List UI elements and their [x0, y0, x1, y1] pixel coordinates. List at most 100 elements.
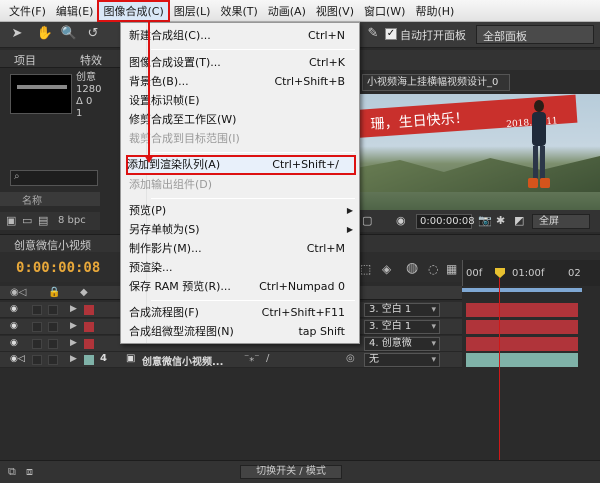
quality-switch-icon[interactable]: / [266, 353, 269, 364]
work-area-bar[interactable] [462, 288, 582, 292]
region-icon[interactable]: ▢ [362, 214, 372, 227]
menu-item-save-frame-as[interactable]: 另存单帧为(S) ▶ [129, 221, 359, 239]
layer-label-color[interactable] [84, 355, 94, 365]
menu-item-label: 添加输出组件(D) [129, 178, 213, 191]
new-folder-icon[interactable]: ▭ [22, 214, 32, 227]
menu-view[interactable]: 视图(V) [311, 1, 359, 21]
shy-switch-icon[interactable]: ⁻⁎⁻ [244, 353, 260, 364]
project-list-header[interactable]: 名称 [0, 192, 100, 207]
solo-toggle[interactable] [32, 339, 42, 349]
menu-item-label: 合成流程图(F) [129, 306, 199, 319]
hand-tool-icon[interactable]: ✋ [36, 25, 54, 43]
lock-toggle[interactable] [48, 339, 58, 349]
layer-label-color[interactable] [84, 322, 94, 332]
project-search-input[interactable]: ⌕ [10, 170, 98, 186]
layer-duration-bar[interactable] [466, 303, 578, 317]
resolution-select[interactable]: 全屏 [532, 214, 590, 229]
draft-3d-icon[interactable]: ⬚ [360, 262, 371, 276]
eye-icon[interactable]: ◉ [10, 304, 18, 314]
menu-composition[interactable]: 图像合成(C) [97, 0, 170, 22]
layer-name[interactable]: 创意微信小视频... [142, 353, 223, 368]
channel-icon[interactable]: ✱ [496, 214, 505, 227]
parent-select[interactable]: 3. 空白 1 [364, 320, 440, 334]
motion-blur-icon[interactable]: ◈ [382, 262, 391, 276]
menu-layer[interactable]: 图层(L) [169, 1, 216, 21]
menu-item-comp-flowchart[interactable]: 合成流程图(F) Ctrl+Shift+F11 [129, 304, 359, 322]
menu-item-comp-mini-flowchart[interactable]: 合成组微型流程图(N) tap Shift [129, 323, 359, 341]
viewer-comp-select[interactable]: 小视频海上挂横幅视频设计_0 [362, 74, 510, 91]
eye-audio-icon[interactable]: ◉◁ [10, 354, 25, 364]
person-leg-left [533, 146, 538, 180]
color-swatch-icon[interactable]: ◩ [514, 214, 524, 227]
zoom-tool-icon[interactable]: 🔍 [60, 25, 78, 43]
menu-effect[interactable]: 效果(T) [215, 1, 262, 21]
layer-row[interactable]: ◉◁ ▶ 4 ▣ 创意微信小视频... ⁻⁎⁻ / ◎ 无 [0, 352, 462, 368]
menu-item-shortcut: tap Shift [298, 325, 345, 338]
snapshot-icon[interactable]: ◉ [396, 214, 406, 227]
toggle-switches-modes-button[interactable]: 切换开关 / 模式 [240, 465, 342, 479]
eye-icon[interactable]: ◉ [10, 338, 18, 348]
visibility-column-icon: ◉◁ [10, 287, 27, 298]
parent-select[interactable]: 无 [364, 353, 440, 367]
mountain-shape [356, 156, 600, 192]
menu-item-pre-render[interactable]: 预渲染... [129, 259, 359, 277]
brush-tool-icon[interactable]: ✎ [364, 25, 382, 43]
menu-animation[interactable]: 动画(A) [263, 1, 311, 21]
camera-icon[interactable]: 📷 [478, 214, 492, 227]
pickwhip-icon[interactable]: ◎ [346, 353, 355, 364]
lock-toggle[interactable] [48, 355, 58, 365]
menu-window[interactable]: 窗口(W) [359, 1, 410, 21]
menu-item-set-poster-time[interactable]: 设置标识帧(E) [129, 92, 359, 110]
parent-select[interactable]: 4. 创意微 [364, 337, 440, 351]
menu-item-shortcut: Ctrl+N [307, 29, 345, 42]
menu-item-new-composition[interactable]: 新建合成组(C)... Ctrl+N [129, 27, 359, 45]
menu-file[interactable]: 文件(F) [4, 1, 51, 21]
timeline-tab[interactable]: 创意微信小视频 [14, 237, 91, 253]
frame-blend-icon[interactable]: ▦ [446, 262, 457, 276]
lock-toggle[interactable] [48, 305, 58, 315]
layer-duration-bar[interactable] [466, 337, 578, 351]
auto-open-label: 自动打开面板 [400, 29, 466, 42]
solo-toggle[interactable] [32, 355, 42, 365]
project-info-name: 创意 [76, 72, 96, 83]
submenu-arrow-icon: ▶ [346, 206, 353, 215]
comp-flowchart-icon[interactable]: ⧉ [8, 465, 16, 479]
expand-triangle-icon[interactable]: ▶ [70, 321, 77, 331]
layer-label-color[interactable] [84, 339, 94, 349]
rotate-tool-icon[interactable]: ↺ [84, 25, 102, 43]
expand-triangle-icon[interactable]: ▶ [70, 354, 77, 364]
menu-item-save-ram-preview[interactable]: 保存 RAM 预览(R)... Ctrl+Numpad 0 [129, 278, 359, 296]
timeline-current-time[interactable]: 0:00:00:08 [16, 260, 100, 276]
menu-help[interactable]: 帮助(H) [410, 1, 459, 21]
layer-duration-bar[interactable] [466, 320, 578, 334]
layer-label-color[interactable] [84, 305, 94, 315]
menu-item-add-to-render-queue[interactable]: 添加到渲染队列(A) Ctrl+Shift+/ [126, 155, 356, 175]
layer-duration-bar[interactable] [466, 353, 578, 367]
tab-effects[interactable]: 特效 [80, 52, 102, 68]
eye-icon[interactable]: ◉ [10, 321, 18, 331]
tab-project[interactable]: 项目 [14, 52, 36, 68]
brain-icon[interactable]: ◌ [428, 262, 438, 276]
menu-item-composition-settings[interactable]: 图像合成设置(T)... Ctrl+K [129, 54, 359, 72]
graph-editor-icon[interactable]: ◍ [406, 260, 418, 276]
new-comp-icon[interactable]: ▤ [38, 214, 48, 227]
solo-toggle[interactable] [32, 305, 42, 315]
toggle-panel-icon[interactable]: ⧈ [26, 465, 33, 479]
menu-edit[interactable]: 编辑(E) [51, 1, 99, 21]
expand-triangle-icon[interactable]: ▶ [70, 338, 77, 348]
interpret-icon[interactable]: ▣ [6, 214, 16, 227]
viewer-timecode[interactable]: 0:00:00:08 [416, 214, 475, 229]
menu-item-make-movie[interactable]: 制作影片(M)... Ctrl+M [129, 240, 359, 258]
menu-item-trim-to-work-area[interactable]: 修剪合成至工作区(W) [129, 111, 359, 129]
parent-select[interactable]: 3. 空白 1 [364, 303, 440, 317]
menu-item-preview[interactable]: 预览(P) ▶ [129, 202, 359, 220]
selection-tool-icon[interactable]: ➤ [8, 25, 26, 43]
workspace-select[interactable]: 全部面板 [476, 25, 594, 44]
menu-item-shortcut: Ctrl+M [306, 242, 345, 255]
bit-depth-label[interactable]: 8 bpc [58, 215, 86, 226]
lock-toggle[interactable] [48, 322, 58, 332]
solo-toggle[interactable] [32, 322, 42, 332]
auto-open-checkbox[interactable]: ✓ [385, 28, 397, 40]
menu-item-background-color[interactable]: 背景色(B)... Ctrl+Shift+B [129, 73, 359, 91]
expand-triangle-icon[interactable]: ▶ [70, 304, 77, 314]
